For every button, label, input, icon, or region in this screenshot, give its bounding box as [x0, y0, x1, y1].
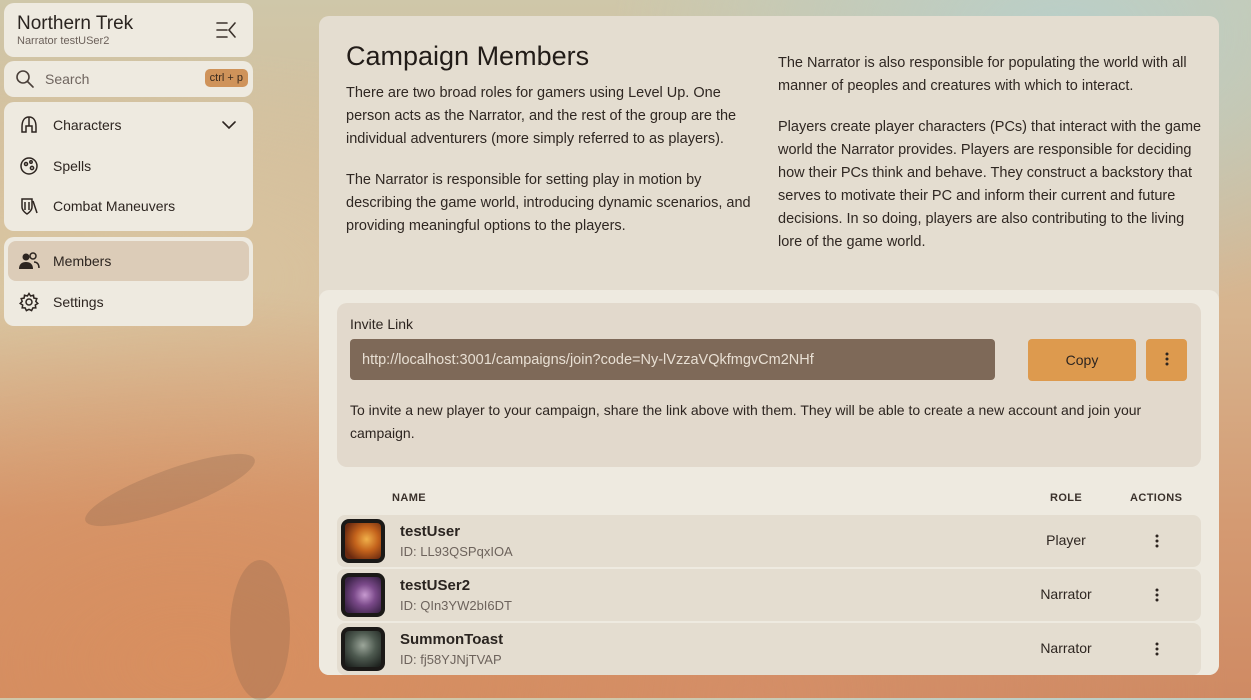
intro-paragraph: The Narrator is also responsible for pop… — [778, 55, 1187, 94]
copy-button[interactable]: Copy — [1028, 339, 1136, 381]
row-actions-icon[interactable] — [1146, 637, 1168, 661]
helmet-icon — [18, 114, 40, 136]
chevron-down-icon[interactable] — [221, 117, 237, 133]
member-name: SummonToast — [400, 631, 504, 648]
intro-right-column: The Narrator is also responsible for pop… — [778, 52, 1203, 272]
campaign-title: Northern Trek — [17, 13, 134, 34]
sidebar-nav-primary: Characters Spells Combat Maneuvers — [4, 102, 253, 231]
row-actions-icon[interactable] — [1146, 529, 1168, 553]
invite-link-label: Invite Link — [350, 316, 414, 332]
collapse-sidebar-icon[interactable] — [215, 20, 237, 40]
search-icon — [15, 69, 35, 89]
spell-icon — [18, 155, 40, 177]
campaign-header: Northern Trek Narrator testUSer2 — [4, 3, 253, 57]
search-input[interactable] — [43, 70, 197, 88]
members-section: Invite Link Copy To invite a new player … — [319, 290, 1219, 675]
member-id: ID: LL93QSPqxIOA — [400, 544, 513, 559]
avatar — [341, 573, 385, 617]
shield-icon — [18, 195, 40, 217]
campaign-subtitle: Narrator testUSer2 — [17, 35, 110, 47]
table-row[interactable]: SummonToast ID: fj58YJNjTVAP Narrator — [337, 623, 1201, 675]
members-icon — [18, 250, 40, 272]
search-shortcut-badge: ctrl + p — [204, 69, 248, 87]
sidebar-nav-secondary: Members Settings — [4, 237, 253, 326]
invite-more-button[interactable] — [1146, 339, 1187, 381]
background-dragon-body — [230, 560, 290, 700]
intro-paragraph: The Narrator is responsible for setting … — [346, 172, 751, 234]
sidebar-item-characters[interactable]: Characters — [8, 105, 249, 145]
sidebar-item-label: Members — [53, 253, 112, 269]
sidebar-item-settings[interactable]: Settings — [8, 282, 249, 322]
avatar — [341, 519, 385, 563]
member-id: ID: fj58YJNjTVAP — [400, 652, 502, 667]
sidebar-item-label: Settings — [53, 294, 104, 310]
intro-left-column: There are two broad roles for gamers usi… — [346, 82, 766, 256]
members-panel: Campaign Members There are two broad rol… — [319, 16, 1219, 675]
gear-icon — [18, 291, 40, 313]
table-row[interactable]: testUser ID: LL93QSPqxIOA Player — [337, 515, 1201, 567]
invite-help-text: To invite a new player to your campaign,… — [350, 402, 1142, 441]
member-name: testUser — [400, 523, 461, 540]
sidebar-item-label: Characters — [53, 117, 122, 133]
page-title: Campaign Members — [346, 41, 590, 71]
table-row[interactable]: testUSer2 ID: QIn3YW2bI6DT Narrator — [337, 569, 1201, 621]
member-id: ID: QIn3YW2bI6DT — [400, 598, 512, 613]
member-role: Narrator — [1040, 640, 1092, 656]
member-name: testUSer2 — [400, 577, 471, 594]
intro-paragraph: Players create player characters (PCs) t… — [778, 119, 1202, 250]
sidebar-item-combat-maneuvers[interactable]: Combat Maneuvers — [8, 186, 249, 226]
member-role: Player — [1046, 532, 1086, 548]
intro-section: Campaign Members There are two broad rol… — [319, 16, 1219, 290]
invite-link-field[interactable] — [350, 339, 995, 380]
invite-link-box: Invite Link Copy To invite a new player … — [337, 303, 1201, 467]
intro-paragraph: There are two broad roles for gamers usi… — [346, 85, 737, 147]
column-header-role: ROLE — [1050, 492, 1083, 504]
search-bar[interactable]: ctrl + p — [4, 61, 253, 97]
sidebar-item-spells[interactable]: Spells — [8, 146, 249, 186]
column-header-actions: ACTIONS — [1130, 492, 1183, 504]
member-role: Narrator — [1040, 586, 1092, 602]
row-actions-icon[interactable] — [1146, 583, 1168, 607]
background-dragon-wing — [78, 440, 262, 540]
avatar — [341, 627, 385, 671]
sidebar-item-label: Combat Maneuvers — [53, 198, 176, 214]
column-header-name: NAME — [392, 492, 426, 504]
sidebar-item-label: Spells — [53, 158, 92, 174]
more-vertical-icon — [1165, 352, 1169, 369]
sidebar-item-members[interactable]: Members — [8, 241, 249, 281]
